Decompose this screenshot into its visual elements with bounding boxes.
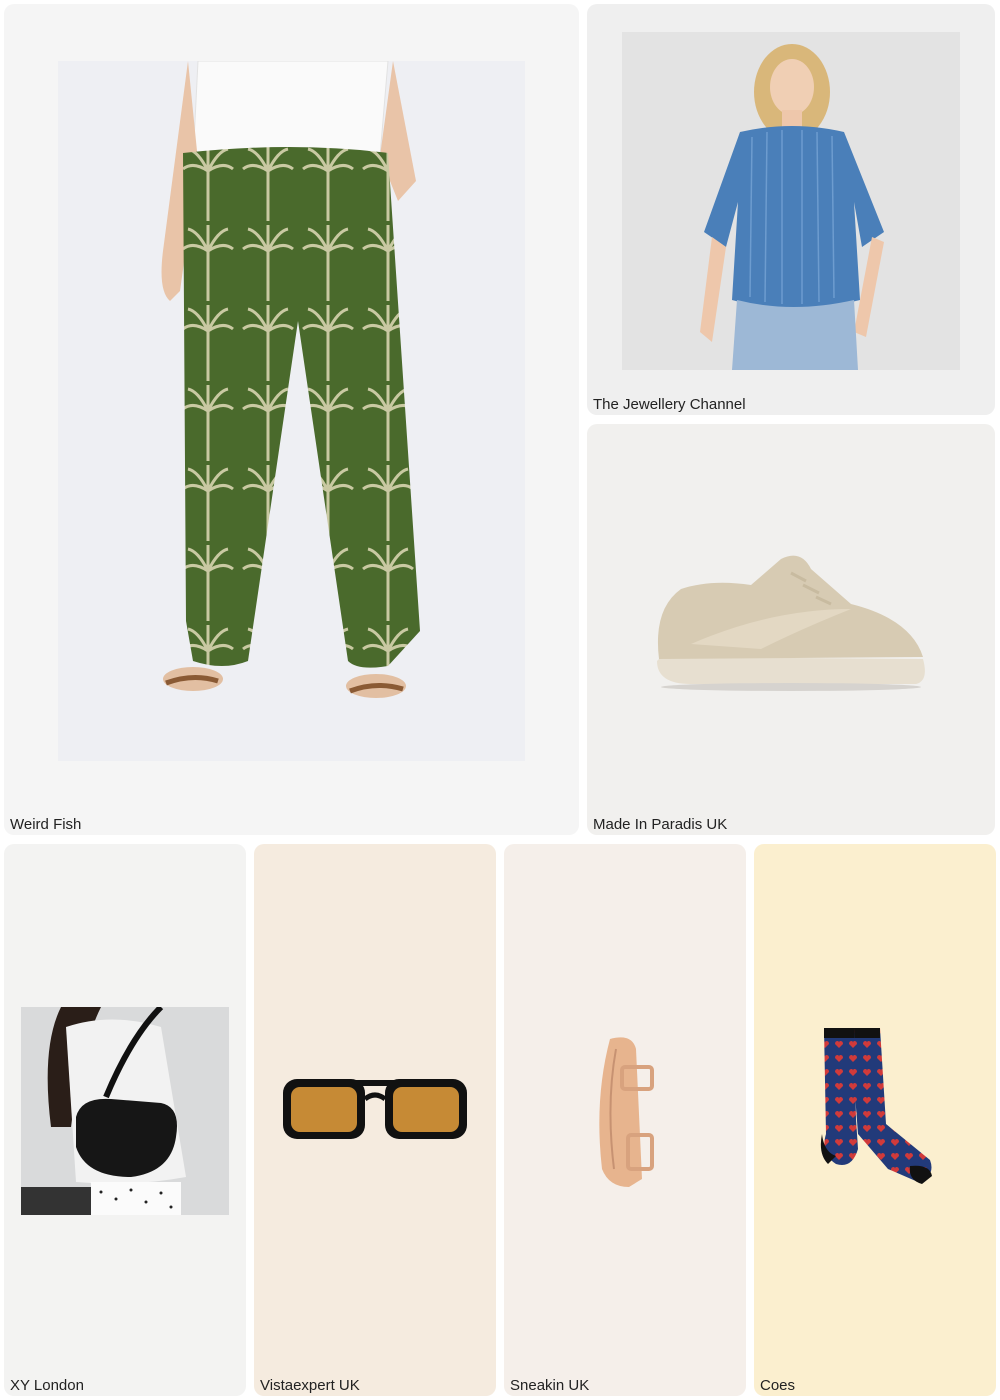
brand-label: Sneakin UK — [510, 1377, 590, 1394]
product-card-made-in-paradis-uk[interactable]: Made In Paradis UK — [587, 424, 995, 835]
heart-socks-photo — [818, 1024, 934, 1186]
brand-label: XY London — [10, 1377, 84, 1394]
brand-label: Made In Paradis UK — [593, 816, 728, 833]
brand-label: Vistaexpert UK — [260, 1377, 360, 1394]
brand-label: Weird Fish — [10, 816, 82, 833]
product-card-weird-fish[interactable]: Weird Fish — [4, 4, 579, 835]
brand-label: The Jewellery Channel — [593, 396, 746, 413]
product-card-sneakin-uk[interactable]: Sneakin UK — [504, 844, 746, 1396]
leather-watch-strap-photo — [584, 1029, 664, 1191]
brand-label: Coes — [760, 1377, 796, 1394]
beige-sneaker-photo — [651, 549, 931, 694]
palm-print-pants-photo — [58, 61, 525, 761]
denim-shirt-photo — [622, 32, 960, 370]
product-card-vistaexpert-uk[interactable]: Vistaexpert UK — [254, 844, 496, 1396]
product-card-xy-london[interactable]: XY London — [4, 844, 246, 1396]
black-shoulder-bag-photo — [21, 1007, 229, 1215]
product-card-coes[interactable]: Coes — [754, 844, 996, 1396]
amber-sunglasses-photo — [279, 1069, 471, 1144]
product-card-the-jewellery-channel[interactable]: The Jewellery Channel — [587, 4, 995, 415]
